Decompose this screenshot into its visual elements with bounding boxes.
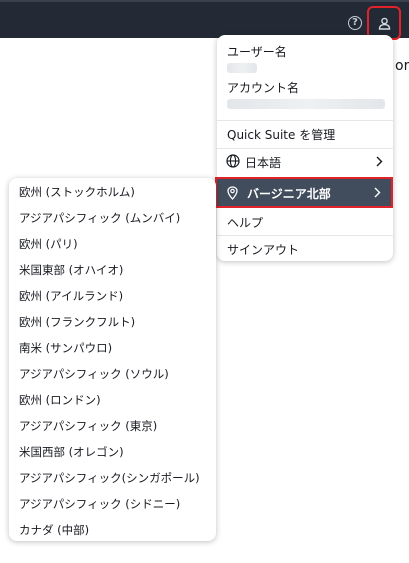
manage-label: Quick Suite を管理 [227,128,336,142]
help-item[interactable]: ヘルプ [217,209,393,235]
region-option[interactable]: 欧州 (フランクフルト) [19,314,135,330]
region-option[interactable]: アジアパシフィック (シドニー) [19,496,180,512]
manage-quick-suite-item[interactable]: Quick Suite を管理 [217,121,393,147]
account-dropdown-menu: ユーザー名 アカウント名 Quick Suite を管理 日本語 ヘルプ サイン… [217,35,393,261]
region-option[interactable]: 米国西部 (オレゴン) [19,444,124,460]
topbar-edge [0,0,409,2]
region-option[interactable]: 欧州 (パリ) [19,236,78,252]
user-icon [378,17,391,30]
region-option[interactable]: アジアパシフィック (東京) [19,418,157,434]
background-partial-text: ory [395,58,409,74]
region-option[interactable]: アジアパシフィック(シンガポール) [19,470,200,486]
help-label: ヘルプ [227,216,264,230]
language-label: 日本語 [245,156,282,170]
language-item[interactable]: 日本語 [217,149,393,175]
account-name-value-redacted [227,99,385,109]
top-navigation-bar: ? [0,0,409,40]
region-option[interactable]: 欧州 (アイルランド) [19,288,123,304]
chevron-right-icon [376,156,383,167]
username-label: ユーザー名 [227,45,287,59]
region-selector-item[interactable]: バージニア北部 [215,177,393,208]
help-icon[interactable]: ? [348,16,362,30]
chevron-right-icon [374,187,381,198]
region-option[interactable]: 欧州 (ストックホルム) [19,184,135,200]
location-pin-icon [227,186,238,200]
region-option[interactable]: カナダ (中部) [19,522,89,538]
sign-out-item[interactable]: サインアウト [217,236,393,262]
region-option[interactable]: アジアパシフィック (ムンバイ) [19,210,180,226]
region-option[interactable]: 欧州 (ロンドン) [19,392,101,408]
region-option[interactable]: アジアパシフィック (ソウル) [19,366,169,382]
region-label: バージニア北部 [247,187,331,201]
region-submenu: 欧州 (ストックホルム) アジアパシフィック (ムンバイ) 欧州 (パリ) 米国… [9,178,216,541]
account-name-label: アカウント名 [227,81,300,95]
region-option[interactable]: 南米 (サンパウロ) [19,340,112,356]
sign-out-label: サインアウト [227,243,300,257]
username-value-redacted [227,63,257,73]
region-option[interactable]: 米国東部 (オハイオ) [19,262,123,278]
globe-icon [226,154,240,168]
